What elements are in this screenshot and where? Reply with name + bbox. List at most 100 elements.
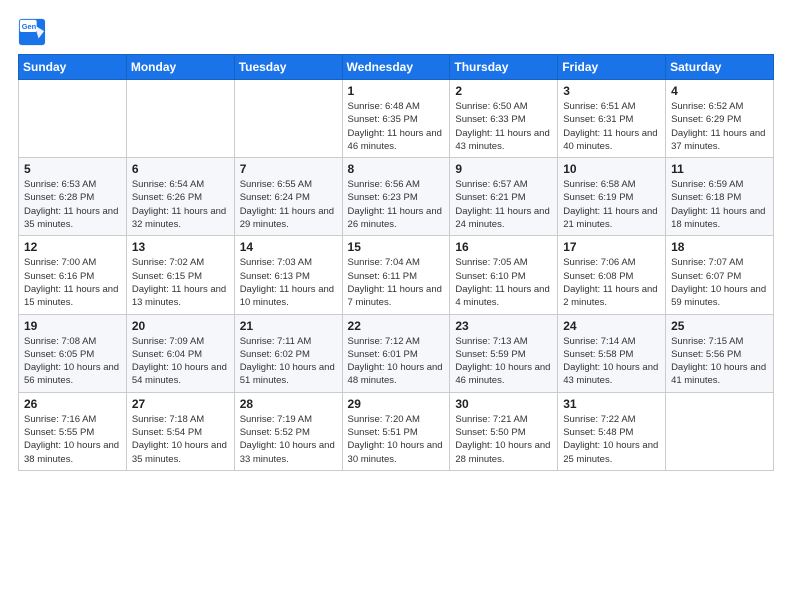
day-number: 15: [348, 240, 445, 254]
calendar-cell: 28Sunrise: 7:19 AMSunset: 5:52 PMDayligh…: [234, 392, 342, 470]
day-info: Sunrise: 7:05 AMSunset: 6:10 PMDaylight:…: [455, 256, 552, 309]
calendar-cell: 14Sunrise: 7:03 AMSunset: 6:13 PMDayligh…: [234, 236, 342, 314]
weekday-header-friday: Friday: [558, 55, 666, 80]
calendar-week-row: 1 Sunrise: 6:48 AMSunset: 6:35 PMDaylight…: [19, 80, 774, 158]
calendar-cell: 16 Sunrise: 7:05 AMSunset: 6:10 PMDayligh…: [450, 236, 558, 314]
day-info: Sunrise: 7:18 AMSunset: 5:54 PMDaylight:…: [132, 413, 229, 466]
calendar-cell: 6 Sunrise: 6:54 AMSunset: 6:26 PMDaylight…: [126, 158, 234, 236]
calendar-cell: 29Sunrise: 7:20 AMSunset: 5:51 PMDayligh…: [342, 392, 450, 470]
day-info: Sunrise: 6:56 AMSunset: 6:23 PMDaylight:…: [348, 178, 445, 231]
day-number: 18: [671, 240, 768, 254]
calendar-cell: 1 Sunrise: 6:48 AMSunset: 6:35 PMDaylight…: [342, 80, 450, 158]
calendar-cell: 23 Sunrise: 7:13 AMSunset: 5:59 PMDayligh…: [450, 314, 558, 392]
day-info: Sunrise: 7:03 AMSunset: 6:13 PMDaylight:…: [240, 256, 337, 309]
calendar-cell: 3 Sunrise: 6:51 AMSunset: 6:31 PMDaylight…: [558, 80, 666, 158]
day-number: 13: [132, 240, 229, 254]
calendar-cell: 30 Sunrise: 7:21 AMSunset: 5:50 PMDayligh…: [450, 392, 558, 470]
calendar-cell: 17 Sunrise: 7:06 AMSunset: 6:08 PMDayligh…: [558, 236, 666, 314]
day-info: Sunrise: 7:08 AMSunset: 6:05 PMDaylight:…: [24, 335, 121, 388]
day-info: Sunrise: 6:48 AMSunset: 6:35 PMDaylight:…: [348, 100, 445, 153]
day-number: 2: [455, 84, 552, 98]
calendar-cell: 20 Sunrise: 7:09 AMSunset: 6:04 PMDayligh…: [126, 314, 234, 392]
day-number: 17: [563, 240, 660, 254]
day-number: 12: [24, 240, 121, 254]
header: Gen: [18, 18, 774, 46]
calendar-week-row: 5 Sunrise: 6:53 AMSunset: 6:28 PMDaylight…: [19, 158, 774, 236]
day-number: 4: [671, 84, 768, 98]
calendar-cell: 7Sunrise: 6:55 AMSunset: 6:24 PMDaylight…: [234, 158, 342, 236]
day-info: Sunrise: 7:06 AMSunset: 6:08 PMDaylight:…: [563, 256, 660, 309]
weekday-header-row: SundayMondayTuesdayWednesdayThursdayFrid…: [19, 55, 774, 80]
day-info: Sunrise: 7:22 AMSunset: 5:48 PMDaylight:…: [563, 413, 660, 466]
day-number: 29: [348, 397, 445, 411]
calendar-week-row: 19 Sunrise: 7:08 AMSunset: 6:05 PMDayligh…: [19, 314, 774, 392]
day-info: Sunrise: 6:53 AMSunset: 6:28 PMDaylight:…: [24, 178, 121, 231]
calendar-week-row: 12Sunrise: 7:00 AMSunset: 6:16 PMDayligh…: [19, 236, 774, 314]
day-number: 10: [563, 162, 660, 176]
calendar-cell: 11 Sunrise: 6:59 AMSunset: 6:18 PMDayligh…: [666, 158, 774, 236]
day-number: 30: [455, 397, 552, 411]
day-number: 22: [348, 319, 445, 333]
day-number: 1: [348, 84, 445, 98]
day-info: Sunrise: 6:50 AMSunset: 6:33 PMDaylight:…: [455, 100, 552, 153]
day-info: Sunrise: 6:54 AMSunset: 6:26 PMDaylight:…: [132, 178, 229, 231]
day-info: Sunrise: 7:15 AMSunset: 5:56 PMDaylight:…: [671, 335, 768, 388]
weekday-header-tuesday: Tuesday: [234, 55, 342, 80]
calendar-cell: 22Sunrise: 7:12 AMSunset: 6:01 PMDayligh…: [342, 314, 450, 392]
day-info: Sunrise: 6:58 AMSunset: 6:19 PMDaylight:…: [563, 178, 660, 231]
calendar-cell: 9Sunrise: 6:57 AMSunset: 6:21 PMDaylight…: [450, 158, 558, 236]
calendar-cell: 15 Sunrise: 7:04 AMSunset: 6:11 PMDayligh…: [342, 236, 450, 314]
day-number: 23: [455, 319, 552, 333]
page: Gen SundayMondayTuesdayWednesdayThursday…: [0, 0, 792, 612]
day-info: Sunrise: 6:51 AMSunset: 6:31 PMDaylight:…: [563, 100, 660, 153]
calendar-cell: 21 Sunrise: 7:11 AMSunset: 6:02 PMDayligh…: [234, 314, 342, 392]
day-number: 5: [24, 162, 121, 176]
day-info: Sunrise: 7:14 AMSunset: 5:58 PMDaylight:…: [563, 335, 660, 388]
weekday-header-thursday: Thursday: [450, 55, 558, 80]
day-number: 21: [240, 319, 337, 333]
calendar-cell: 13 Sunrise: 7:02 AMSunset: 6:15 PMDayligh…: [126, 236, 234, 314]
calendar-cell: [666, 392, 774, 470]
day-number: 28: [240, 397, 337, 411]
day-number: 26: [24, 397, 121, 411]
calendar-cell: 4 Sunrise: 6:52 AMSunset: 6:29 PMDaylight…: [666, 80, 774, 158]
calendar-cell: 24 Sunrise: 7:14 AMSunset: 5:58 PMDayligh…: [558, 314, 666, 392]
day-info: Sunrise: 6:52 AMSunset: 6:29 PMDaylight:…: [671, 100, 768, 153]
day-info: Sunrise: 7:09 AMSunset: 6:04 PMDaylight:…: [132, 335, 229, 388]
weekday-header-monday: Monday: [126, 55, 234, 80]
day-number: 19: [24, 319, 121, 333]
day-number: 24: [563, 319, 660, 333]
day-number: 8: [348, 162, 445, 176]
day-number: 6: [132, 162, 229, 176]
day-info: Sunrise: 7:04 AMSunset: 6:11 PMDaylight:…: [348, 256, 445, 309]
day-number: 27: [132, 397, 229, 411]
calendar-cell: 2 Sunrise: 6:50 AMSunset: 6:33 PMDaylight…: [450, 80, 558, 158]
day-info: Sunrise: 7:11 AMSunset: 6:02 PMDaylight:…: [240, 335, 337, 388]
day-number: 20: [132, 319, 229, 333]
calendar-week-row: 26 Sunrise: 7:16 AMSunset: 5:55 PMDayligh…: [19, 392, 774, 470]
day-info: Sunrise: 7:16 AMSunset: 5:55 PMDaylight:…: [24, 413, 121, 466]
day-number: 7: [240, 162, 337, 176]
day-number: 16: [455, 240, 552, 254]
weekday-header-sunday: Sunday: [19, 55, 127, 80]
calendar-table: SundayMondayTuesdayWednesdayThursdayFrid…: [18, 54, 774, 471]
logo: Gen: [18, 18, 50, 46]
calendar-cell: 12Sunrise: 7:00 AMSunset: 6:16 PMDayligh…: [19, 236, 127, 314]
calendar-cell: 10 Sunrise: 6:58 AMSunset: 6:19 PMDayligh…: [558, 158, 666, 236]
weekday-header-wednesday: Wednesday: [342, 55, 450, 80]
calendar-cell: 26 Sunrise: 7:16 AMSunset: 5:55 PMDayligh…: [19, 392, 127, 470]
day-info: Sunrise: 7:02 AMSunset: 6:15 PMDaylight:…: [132, 256, 229, 309]
svg-text:Gen: Gen: [22, 22, 37, 31]
day-number: 3: [563, 84, 660, 98]
day-number: 11: [671, 162, 768, 176]
weekday-header-saturday: Saturday: [666, 55, 774, 80]
day-info: Sunrise: 7:07 AMSunset: 6:07 PMDaylight:…: [671, 256, 768, 309]
calendar-cell: 18 Sunrise: 7:07 AMSunset: 6:07 PMDayligh…: [666, 236, 774, 314]
calendar-cell: 19 Sunrise: 7:08 AMSunset: 6:05 PMDayligh…: [19, 314, 127, 392]
calendar-cell: [234, 80, 342, 158]
day-info: Sunrise: 7:21 AMSunset: 5:50 PMDaylight:…: [455, 413, 552, 466]
day-number: 25: [671, 319, 768, 333]
day-info: Sunrise: 7:13 AMSunset: 5:59 PMDaylight:…: [455, 335, 552, 388]
day-info: Sunrise: 6:59 AMSunset: 6:18 PMDaylight:…: [671, 178, 768, 231]
calendar-cell: [19, 80, 127, 158]
